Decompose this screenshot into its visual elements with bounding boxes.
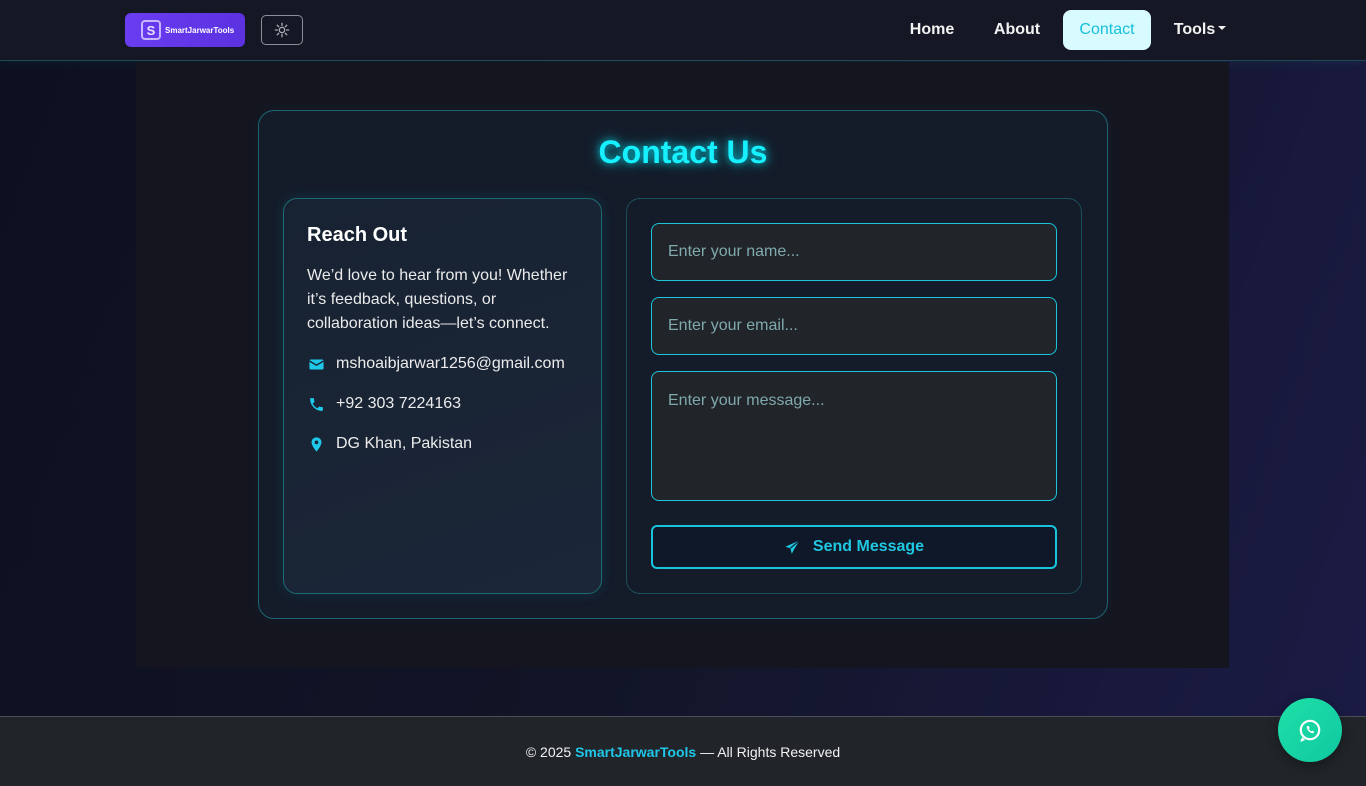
- logo-text: SmartJarwarTools: [165, 25, 235, 35]
- contact-email-row: mshoaibjarwar1256@gmail.com: [307, 352, 565, 376]
- location-pin-icon: [307, 435, 325, 453]
- footer: © 2025 SmartJarwarTools — All Rights Res…: [0, 716, 1366, 786]
- send-message-label: Send Message: [812, 538, 925, 555]
- reach-out-text: We’d love to hear from you! Whether it’s…: [307, 267, 568, 332]
- nav-home-link[interactable]: Home: [896, 10, 968, 50]
- brand-logo[interactable]: S SmartJarwarTools: [125, 13, 245, 47]
- contact-phone[interactable]: +92 303 7224163: [336, 395, 461, 413]
- whatsapp-button[interactable]: [1278, 698, 1342, 762]
- message-textarea[interactable]: [651, 371, 1057, 501]
- reach-out-heading: Reach Out: [307, 224, 408, 246]
- nav-contact-link[interactable]: Contact: [1063, 10, 1151, 50]
- footer-rights: — All Rights Reserved: [700, 744, 841, 760]
- contact-phone-row: +92 303 7224163: [307, 392, 461, 416]
- email-input[interactable]: [651, 297, 1057, 355]
- gear-icon: [274, 22, 290, 38]
- theme-toggle-button[interactable]: [261, 15, 303, 45]
- page-title: Contact Us: [598, 134, 768, 170]
- envelope-icon: [307, 355, 325, 373]
- paper-plane-icon: [785, 539, 800, 554]
- nav-tools-dropdown[interactable]: Tools: [1166, 10, 1234, 50]
- nav-about-link[interactable]: About: [980, 10, 1054, 50]
- contact-location-row: DG Khan, Pakistan: [307, 432, 472, 456]
- whatsapp-icon: [1299, 719, 1321, 743]
- phone-icon: [307, 395, 325, 413]
- navbar: S SmartJarwarTools Home About Contact To…: [0, 0, 1366, 61]
- logo-mark-icon: S: [141, 20, 161, 40]
- nav-tools-label: Tools: [1173, 21, 1216, 38]
- caret-down-icon: [1218, 26, 1227, 31]
- contact-location: DG Khan, Pakistan: [336, 435, 473, 452]
- send-message-button[interactable]: Send Message: [651, 525, 1057, 569]
- contact-email[interactable]: mshoaibjarwar1256@gmail.com: [336, 355, 565, 373]
- name-input[interactable]: [651, 223, 1057, 281]
- footer-copyright: © 2025: [525, 744, 572, 760]
- footer-brand-link[interactable]: SmartJarwarTools: [575, 744, 696, 760]
